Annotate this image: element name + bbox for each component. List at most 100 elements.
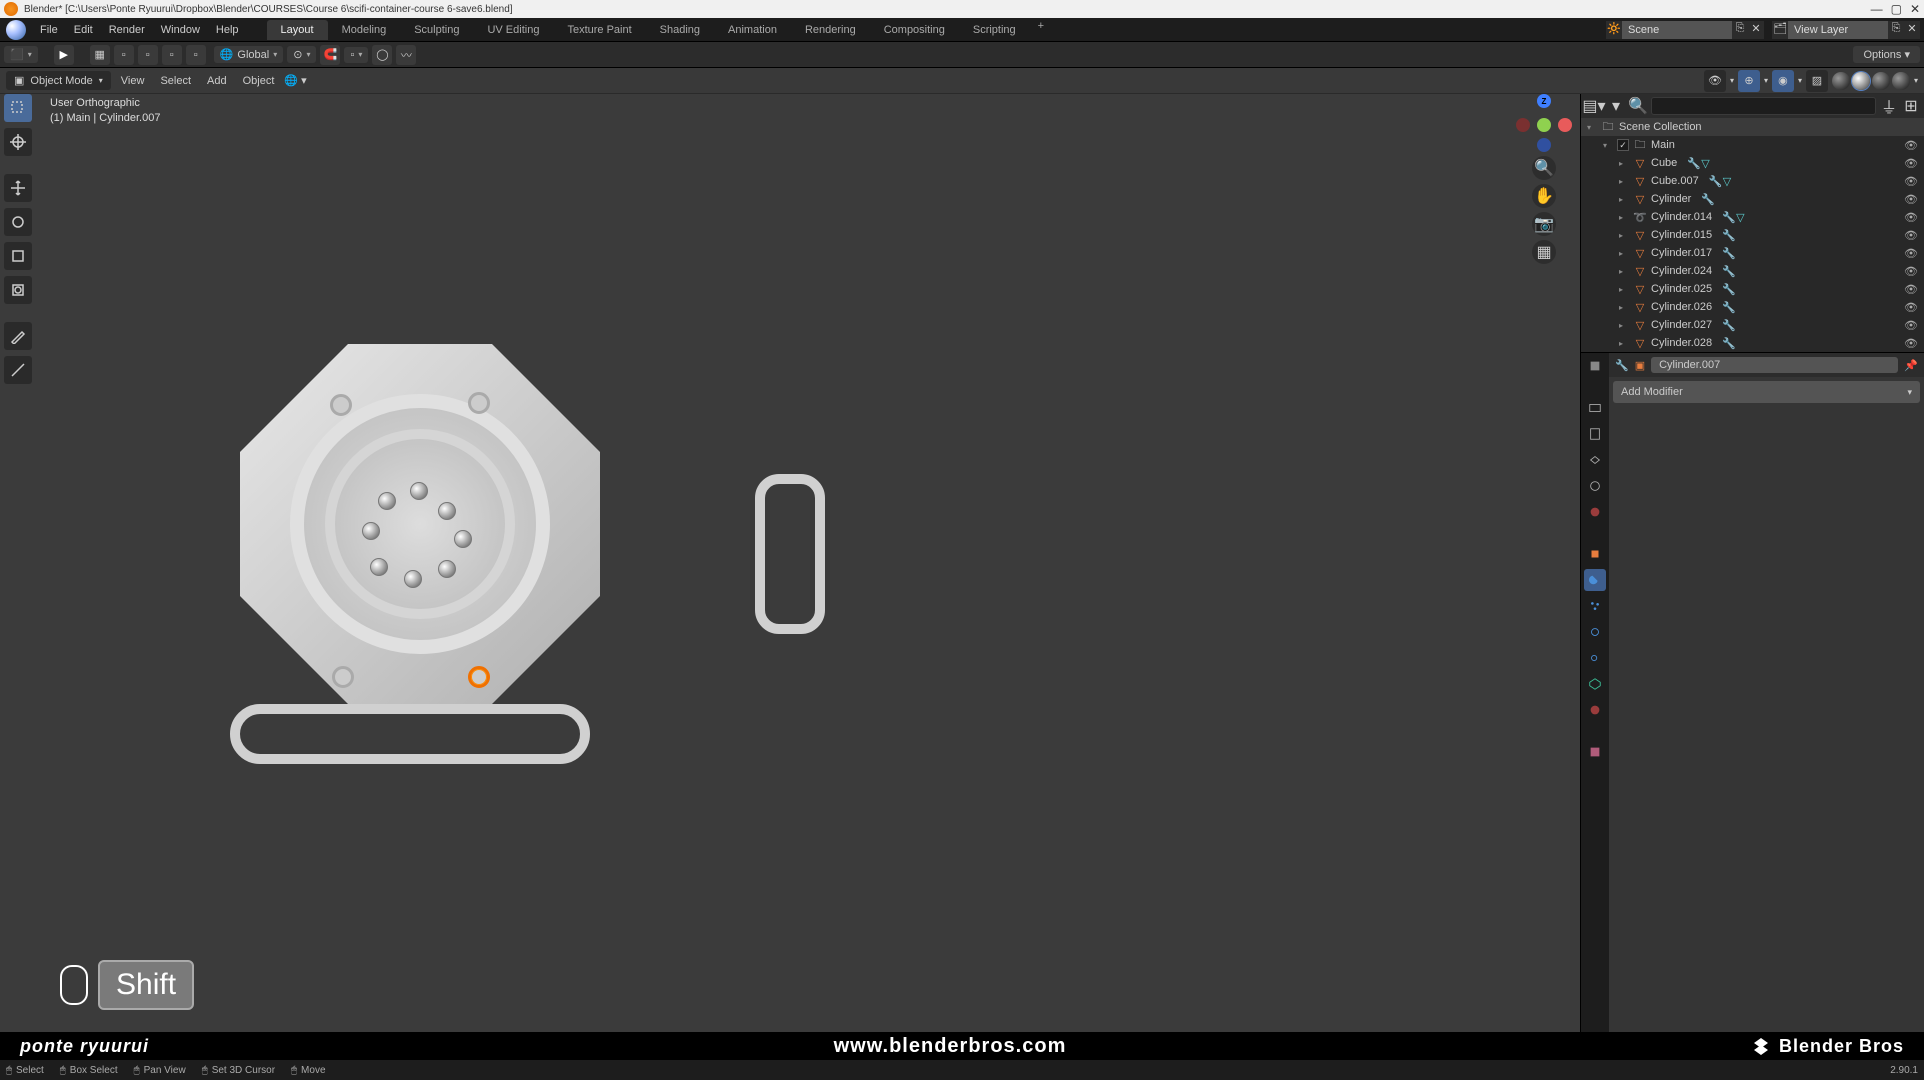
- tab-sculpting[interactable]: Sculpting: [400, 20, 473, 40]
- visibility-toggle-icon[interactable]: 👁: [1904, 229, 1918, 242]
- cursor-tool[interactable]: [4, 128, 32, 156]
- snap-magnet-toggle[interactable]: 🧲: [320, 45, 340, 65]
- xray-toggle[interactable]: ▨: [1806, 70, 1828, 92]
- main-collection-row[interactable]: ▾ ✓ 🗀 Main 👁: [1581, 136, 1924, 154]
- visibility-toggle-icon[interactable]: 👁: [1904, 175, 1918, 188]
- rotate-tool[interactable]: [4, 208, 32, 236]
- scene-tab[interactable]: [1584, 475, 1606, 497]
- tab-animation[interactable]: Animation: [714, 20, 791, 40]
- outliner-object-row[interactable]: ▸▽Cylinder.027🔧👁: [1581, 316, 1924, 334]
- material-shading[interactable]: [1872, 72, 1890, 90]
- visibility-toggle-icon[interactable]: 👁: [1904, 157, 1918, 170]
- minimize-button[interactable]: —: [1871, 2, 1883, 16]
- tab-texture-paint[interactable]: Texture Paint: [553, 20, 645, 40]
- scene-name-input[interactable]: [1622, 21, 1732, 39]
- particles-tab[interactable]: [1584, 595, 1606, 617]
- snap-target-dropdown[interactable]: ▫ ▾: [344, 47, 368, 63]
- filter-icon[interactable]: ⏚: [1880, 97, 1898, 115]
- display-mode-dropdown[interactable]: ▾: [1607, 97, 1625, 115]
- collection-checkbox[interactable]: ✓: [1617, 139, 1629, 151]
- zoom-icon[interactable]: 🔍: [1532, 156, 1556, 180]
- menu-select[interactable]: Select: [154, 75, 197, 87]
- annotate-tool[interactable]: [4, 322, 32, 350]
- menu-edit[interactable]: Edit: [66, 24, 101, 36]
- transform-orientation[interactable]: 🌐 Global ▾: [214, 46, 284, 63]
- tab-uv-editing[interactable]: UV Editing: [473, 20, 553, 40]
- rendered-shading[interactable]: [1892, 72, 1910, 90]
- modifiers-tab[interactable]: [1584, 569, 1606, 591]
- axis-y[interactable]: [1537, 118, 1551, 132]
- object-tab[interactable]: [1584, 543, 1606, 565]
- scene-selector[interactable]: 🔆 ⎘ ✕: [1606, 21, 1764, 39]
- material-tab[interactable]: [1584, 699, 1606, 721]
- pan-icon[interactable]: ✋: [1532, 184, 1556, 208]
- constraints-tab[interactable]: [1584, 647, 1606, 669]
- gizmo-toggle[interactable]: ⊕: [1738, 70, 1760, 92]
- visibility-toggle-icon[interactable]: 👁: [1904, 211, 1918, 224]
- output-tab[interactable]: [1584, 423, 1606, 445]
- wireframe-shading[interactable]: [1832, 72, 1850, 90]
- snap-element-2[interactable]: ▫: [138, 45, 158, 65]
- proportional-falloff[interactable]: 〰: [396, 45, 416, 65]
- menu-window[interactable]: Window: [153, 24, 208, 36]
- texture-tab[interactable]: [1584, 741, 1606, 763]
- orientation-mini[interactable]: 🌐 ▾: [284, 74, 306, 87]
- scale-tool[interactable]: [4, 242, 32, 270]
- outliner-object-row[interactable]: ▸▽Cylinder.017🔧👁: [1581, 244, 1924, 262]
- outliner-object-row[interactable]: ▸▽Cylinder.028🔧👁: [1581, 334, 1924, 352]
- options-dropdown[interactable]: Options ▾: [1853, 46, 1920, 63]
- add-modifier-dropdown[interactable]: Add Modifier ▾: [1613, 381, 1920, 403]
- visibility-icon[interactable]: 👁: [1904, 139, 1918, 152]
- menu-file[interactable]: File: [32, 24, 66, 36]
- new-collection-button[interactable]: ⊞: [1902, 97, 1920, 115]
- outliner-type-dropdown[interactable]: ▤▾: [1585, 97, 1603, 115]
- measure-tool[interactable]: [4, 356, 32, 384]
- menu-view[interactable]: View: [115, 75, 151, 87]
- outliner-tree[interactable]: ▾🗀 Scene Collection ▾ ✓ 🗀 Main 👁 ▸▽Cube🔧…: [1581, 118, 1924, 352]
- editor-type-dropdown[interactable]: ⬛ ▾: [4, 46, 38, 63]
- visibility-toggle-icon[interactable]: 👁: [1904, 337, 1918, 350]
- navigation-gizmo[interactable]: Z 🔍 ✋ 📷 ▦: [1516, 94, 1572, 268]
- axis-neg-z[interactable]: [1537, 138, 1551, 152]
- outliner-object-row[interactable]: ▸▽Cube🔧▽👁: [1581, 154, 1924, 172]
- tab-scripting[interactable]: Scripting: [959, 20, 1030, 40]
- tool-tab[interactable]: [1584, 355, 1606, 377]
- outliner-object-row[interactable]: ▸▽Cylinder.024🔧👁: [1581, 262, 1924, 280]
- delete-viewlayer-button[interactable]: ✕: [1904, 22, 1920, 38]
- axis-z[interactable]: Z: [1537, 94, 1551, 108]
- world-tab[interactable]: [1584, 501, 1606, 523]
- solid-shading[interactable]: [1852, 72, 1870, 90]
- viewlayer-tab[interactable]: [1584, 449, 1606, 471]
- snap-element-3[interactable]: ▫: [162, 45, 182, 65]
- visibility-toggle-icon[interactable]: 👁: [1904, 319, 1918, 332]
- outliner-object-row[interactable]: ▸➰Cylinder.014🔧▽👁: [1581, 208, 1924, 226]
- outliner-object-row[interactable]: ▸▽Cube.007🔧▽👁: [1581, 172, 1924, 190]
- menu-help[interactable]: Help: [208, 24, 247, 36]
- blender-logo-icon[interactable]: [6, 20, 26, 40]
- outliner-object-row[interactable]: ▸▽Cylinder.015🔧👁: [1581, 226, 1924, 244]
- snap-element-4[interactable]: ▫: [186, 45, 206, 65]
- render-tab[interactable]: [1584, 397, 1606, 419]
- visibility-toggle-icon[interactable]: 👁: [1904, 247, 1918, 260]
- outliner-search-input[interactable]: [1651, 97, 1876, 115]
- axis-neg-x[interactable]: [1516, 118, 1530, 132]
- visibility-toggle-icon[interactable]: 👁: [1904, 283, 1918, 296]
- scene-collection-row[interactable]: ▾🗀 Scene Collection: [1581, 118, 1924, 136]
- new-viewlayer-button[interactable]: ⎘: [1888, 22, 1904, 38]
- tab-shading[interactable]: Shading: [646, 20, 714, 40]
- maximize-button[interactable]: ▢: [1891, 2, 1902, 16]
- pin-icon[interactable]: 📌: [1904, 359, 1918, 372]
- selectability-toggle[interactable]: 👁: [1704, 70, 1726, 92]
- pivot-point-dropdown[interactable]: ⊙ ▾: [287, 46, 316, 63]
- tab-modeling[interactable]: Modeling: [328, 20, 401, 40]
- perspective-toggle-icon[interactable]: ▦: [1532, 240, 1556, 264]
- menu-render[interactable]: Render: [101, 24, 153, 36]
- menu-object[interactable]: Object: [237, 75, 281, 87]
- visibility-toggle-icon[interactable]: 👁: [1904, 265, 1918, 278]
- move-tool[interactable]: [4, 174, 32, 202]
- transform-tool[interactable]: [4, 276, 32, 304]
- tab-compositing[interactable]: Compositing: [870, 20, 959, 40]
- 3d-viewport[interactable]: User Orthographic (1) Main | Cylinder.00…: [0, 94, 1580, 1060]
- overlays-toggle[interactable]: ◉: [1772, 70, 1794, 92]
- tab-layout[interactable]: Layout: [267, 20, 328, 40]
